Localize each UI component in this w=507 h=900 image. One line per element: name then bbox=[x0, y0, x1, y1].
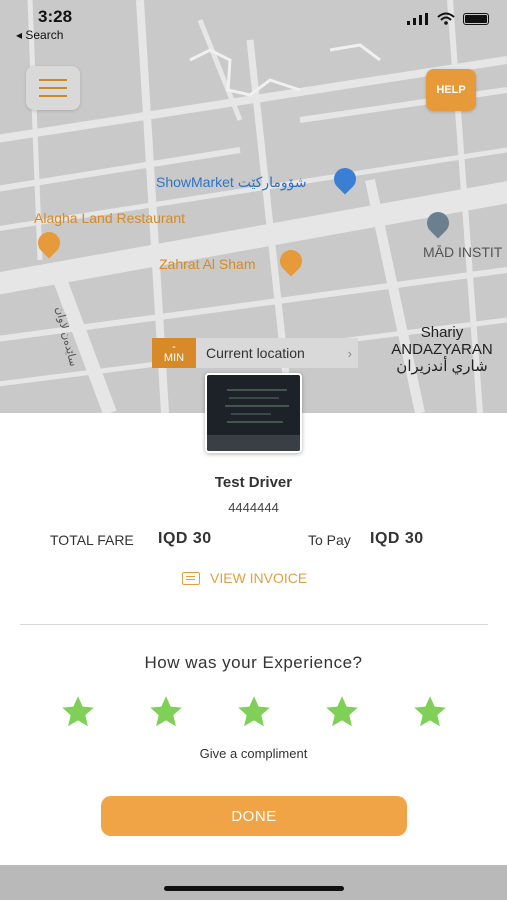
divider bbox=[20, 624, 488, 625]
battery-icon bbox=[463, 12, 489, 25]
current-location-label: Current location bbox=[206, 345, 305, 361]
map-view[interactable]: 3:28 ◂ Search HELP ShowMarket شۆومارکێت … bbox=[0, 0, 507, 413]
help-button[interactable]: HELP bbox=[426, 69, 476, 111]
give-compliment-link[interactable]: Give a compliment bbox=[0, 746, 507, 761]
poi-zahrat-label[interactable]: Zahrat Al Sham bbox=[159, 256, 256, 272]
back-to-search-link[interactable]: ◂ Search bbox=[16, 28, 63, 42]
total-fare-label: TOTAL FARE bbox=[50, 532, 134, 548]
to-pay-value: IQD 30 bbox=[370, 530, 424, 547]
to-pay-label: To Pay bbox=[308, 532, 351, 548]
star-icon-2[interactable] bbox=[148, 694, 184, 730]
menu-button[interactable] bbox=[26, 66, 80, 110]
fare-row: TOTAL FARE IQD 30 To Pay IQD 30 bbox=[0, 530, 507, 550]
hamburger-icon-line bbox=[39, 79, 67, 81]
eta-badge: - MIN bbox=[152, 338, 196, 368]
rating-title: How was your Experience? bbox=[144, 653, 363, 672]
total-fare-value: IQD 30 bbox=[158, 530, 212, 547]
status-bar: 3:28 ◂ Search bbox=[0, 0, 507, 48]
status-time: 3:28 bbox=[38, 7, 73, 26]
star-icon-3[interactable] bbox=[236, 694, 272, 730]
star-icon-5[interactable] bbox=[412, 694, 448, 730]
driver-name: Test Driver bbox=[214, 474, 293, 491]
eta-unit: MIN bbox=[163, 352, 185, 364]
street-line-3: شاري أندزيران bbox=[396, 358, 488, 375]
poi-showmarket-label[interactable]: ShowMarket شۆومارکێت bbox=[156, 174, 307, 191]
star-rating[interactable] bbox=[0, 694, 507, 734]
wifi-icon bbox=[437, 12, 455, 25]
done-button[interactable]: DONE bbox=[101, 796, 407, 836]
view-invoice-link[interactable]: VIEW INVOICE bbox=[182, 570, 307, 586]
driver-avatar bbox=[205, 373, 302, 453]
hamburger-icon-line bbox=[39, 87, 67, 89]
bottom-bar bbox=[0, 865, 507, 900]
street-line-1: Shariy bbox=[420, 324, 464, 341]
street-label: Shariy ANDAZYARAN شاري أندزيران bbox=[380, 324, 504, 375]
home-indicator[interactable] bbox=[164, 886, 344, 891]
current-location-box[interactable]: - MIN Current location › bbox=[152, 338, 358, 368]
poi-mad-label[interactable]: MĀD INSTIT bbox=[423, 244, 502, 260]
poi-alagha-label[interactable]: Alagha Land Restaurant bbox=[34, 210, 185, 226]
chevron-right-icon: › bbox=[347, 345, 352, 361]
invoice-icon bbox=[182, 571, 200, 585]
star-icon-4[interactable] bbox=[324, 694, 360, 730]
street-line-2: ANDAZYARAN bbox=[391, 341, 493, 358]
driver-phone: 4444444 bbox=[228, 500, 279, 515]
view-invoice-label: VIEW INVOICE bbox=[210, 570, 308, 586]
status-icons bbox=[407, 12, 489, 25]
hamburger-icon-line bbox=[39, 95, 67, 97]
star-icon-1[interactable] bbox=[60, 694, 96, 730]
signal-icon bbox=[407, 12, 428, 25]
